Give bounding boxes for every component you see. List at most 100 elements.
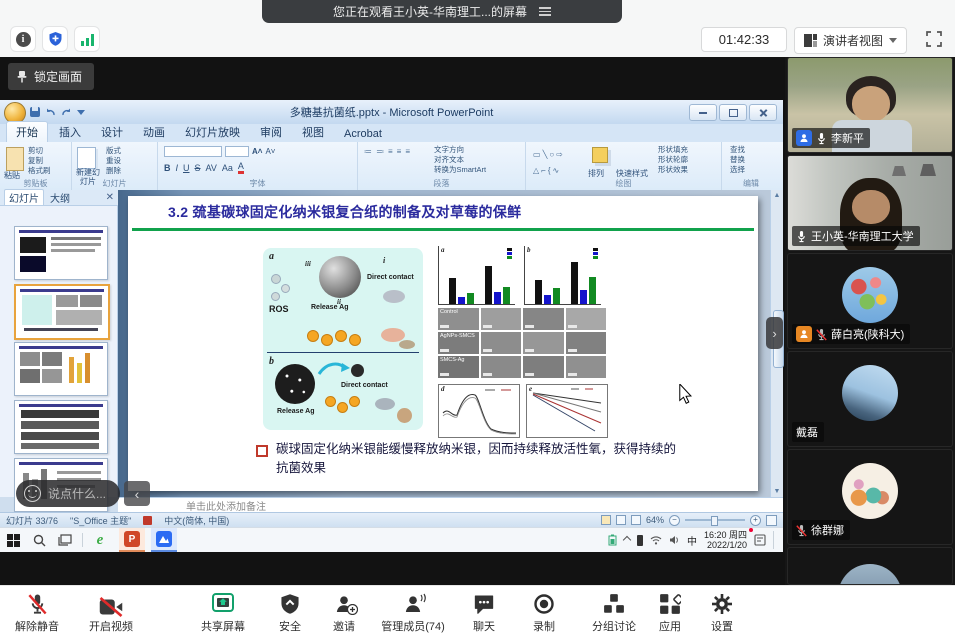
taskbar-ie-button[interactable]: e	[87, 529, 113, 551]
scroll-up-icon[interactable]: ▲	[771, 190, 783, 199]
underline-button[interactable]: U	[183, 163, 190, 173]
replace-button[interactable]: 替换	[730, 155, 745, 165]
chat-collapse-button[interactable]: ‹	[124, 481, 150, 506]
layout-button[interactable]: 版式	[106, 146, 121, 156]
tray-expand-icon[interactable]	[623, 536, 631, 544]
format-painter-button[interactable]: 格式刷	[28, 166, 51, 176]
unmute-button[interactable]: 解除静音	[8, 593, 66, 634]
ime-indicator[interactable]: 中	[687, 533, 697, 548]
show-desktop-button[interactable]	[773, 531, 777, 549]
fullscreen-button[interactable]	[923, 28, 945, 50]
tab-slideshow[interactable]: 幻灯片放映	[176, 122, 249, 142]
restore-button[interactable]	[719, 104, 747, 121]
taskbar-meeting-button[interactable]	[151, 528, 177, 552]
usb-device-icon[interactable]	[637, 535, 643, 546]
settings-button[interactable]: 设置	[702, 593, 742, 634]
start-video-button[interactable]: 开启视频	[82, 593, 140, 634]
participant-tile[interactable]: 徐群娜	[787, 449, 953, 545]
align-right-icon[interactable]: ≡	[405, 147, 410, 156]
bold-button[interactable]: B	[164, 163, 171, 173]
copy-button[interactable]: 复制	[28, 156, 51, 166]
align-center-icon[interactable]: ≡	[397, 147, 402, 156]
participant-tile-partial[interactable]	[787, 547, 953, 585]
zoom-in-icon[interactable]: +	[750, 515, 761, 526]
security-button[interactable]: 安全	[270, 593, 310, 634]
shape-rect-icon[interactable]: ▭	[533, 151, 541, 159]
font-size-box[interactable]	[225, 146, 249, 157]
font-name-box[interactable]	[164, 146, 222, 157]
shape-tri-icon[interactable]: △	[533, 167, 539, 175]
shape-outline-button[interactable]: 形状轮廓	[658, 155, 688, 165]
ribbon-group-clipboard[interactable]: 粘贴 剪切 复制 格式刷 剪贴板	[0, 142, 72, 190]
new-slide-icon[interactable]	[77, 147, 96, 169]
fit-window-icon[interactable]	[766, 515, 777, 526]
char-spacing-button[interactable]: AV	[206, 163, 217, 173]
delete-button[interactable]: 删除	[106, 166, 121, 176]
close-button[interactable]	[749, 104, 777, 121]
shape-brace-icon[interactable]: {	[548, 167, 551, 175]
banner-menu-icon[interactable]	[539, 7, 551, 16]
slidesorter-view-icon[interactable]	[616, 515, 626, 525]
tab-design[interactable]: 设计	[92, 122, 132, 142]
participant-tile[interactable]: 戴磊	[787, 351, 953, 447]
shape-arrow-icon[interactable]: ⇨	[556, 151, 563, 159]
apps-button[interactable]: 应用	[650, 593, 690, 634]
shape-effects-button[interactable]: 形状效果	[658, 165, 688, 175]
find-button[interactable]: 查找	[730, 145, 745, 155]
ribbon-group-drawing[interactable]: ▭╲○⇨ △⌐{∿ 排列 快速样式 形状填充 形状轮廓 形状效果 绘图	[526, 142, 722, 190]
cut-button[interactable]: 剪切	[28, 146, 51, 156]
shape-fill-button[interactable]: 形状填充	[658, 145, 688, 155]
minimize-button[interactable]	[689, 104, 717, 121]
action-center-icon[interactable]	[754, 534, 766, 546]
current-slide[interactable]: 3.2 巯基碳球固定化纳米银复合纸的制备及对草莓的保鲜 a iii ii i R…	[128, 196, 758, 491]
align-text-button[interactable]: 对齐文本	[434, 155, 486, 165]
ribbon-group-font[interactable]: A˄ A˅ B I U S AV Aa A 字体	[158, 142, 358, 190]
breakout-rooms-button[interactable]: 分组讨论	[586, 593, 642, 634]
scroll-down-icon[interactable]: ▼	[771, 488, 783, 495]
lock-view-button[interactable]: 锁定画面	[8, 63, 94, 90]
participant-tile[interactable]: 王小英-华南理工大学	[787, 155, 953, 251]
invite-button[interactable]: 邀请	[324, 593, 364, 634]
slide-thumbnail[interactable]	[14, 226, 108, 280]
panel-close-icon[interactable]: ✕	[106, 192, 114, 203]
tab-review[interactable]: 审阅	[251, 122, 291, 142]
text-direction-button[interactable]: 文字方向	[434, 145, 486, 155]
wifi-icon[interactable]	[650, 535, 662, 545]
tab-animations[interactable]: 动画	[134, 122, 174, 142]
paste-icon[interactable]	[6, 147, 24, 171]
participant-tile[interactable]: 李新平	[787, 57, 953, 153]
chat-button[interactable]: 聊天	[464, 593, 504, 634]
watching-banner[interactable]: 您正在观看王小英-华南理工...的屏幕	[262, 0, 622, 23]
notes-pane[interactable]: 单击此处添加备注	[118, 497, 783, 512]
convert-smartart-button[interactable]: 转换为SmartArt	[434, 165, 486, 175]
taskbar-search-button[interactable]	[26, 529, 52, 551]
reset-button[interactable]: 重设	[106, 156, 121, 166]
tab-insert[interactable]: 插入	[50, 122, 90, 142]
task-view-button[interactable]	[52, 529, 78, 551]
panel-tab-outline[interactable]: 大纲	[50, 190, 70, 205]
italic-button[interactable]: I	[176, 163, 179, 173]
share-screen-button[interactable]: 共享屏幕	[194, 593, 252, 634]
slide-thumbnail-current[interactable]	[14, 284, 110, 340]
ribbon-group-slides[interactable]: 新建幻灯片 版式 重设 删除 幻灯片	[72, 142, 158, 190]
zoom-out-icon[interactable]: −	[669, 515, 680, 526]
quick-chat-bubble[interactable]: 说点什么...	[16, 480, 120, 507]
meeting-info-button[interactable]: i	[10, 26, 36, 52]
zoom-slider[interactable]	[685, 519, 745, 521]
meeting-security-button[interactable]	[42, 26, 68, 52]
tab-acrobat[interactable]: Acrobat	[335, 126, 391, 142]
slide-thumbnail[interactable]	[14, 400, 108, 454]
bullets-icon[interactable]: ≔	[364, 147, 372, 156]
numbering-icon[interactable]: ≕	[376, 147, 384, 156]
taskbar-clock[interactable]: 16:20 周四 2022/1/20	[704, 530, 747, 551]
start-button[interactable]	[0, 529, 26, 551]
align-left-icon[interactable]: ≡	[388, 147, 393, 156]
network-quality-button[interactable]	[74, 26, 100, 52]
shape-line-icon[interactable]: ╲	[543, 151, 548, 159]
change-case-button[interactable]: Aa	[222, 163, 233, 173]
record-button[interactable]: 录制	[522, 593, 566, 634]
zoom-percent[interactable]: 64%	[646, 515, 664, 525]
select-button[interactable]: 选择	[730, 165, 745, 175]
panel-tab-slides[interactable]: 幻灯片	[4, 189, 44, 206]
sidebar-toggle-tab[interactable]: ›	[766, 317, 783, 349]
